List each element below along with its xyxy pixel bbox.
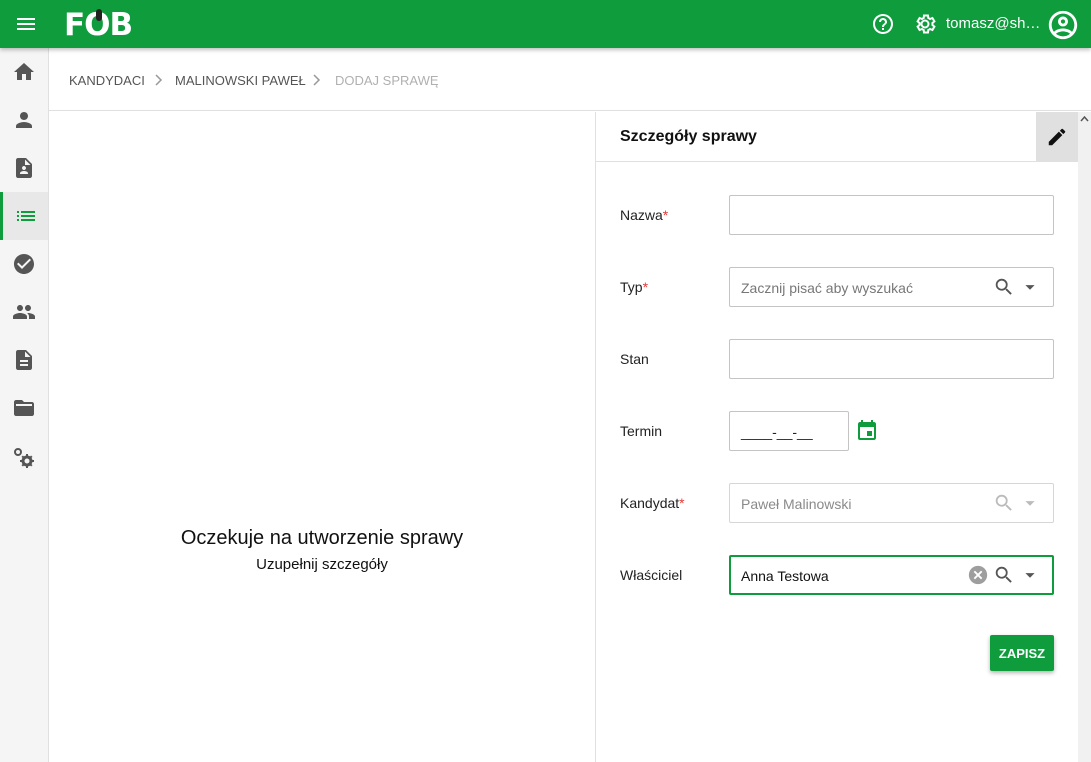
contact-document-icon xyxy=(16,158,32,178)
description-icon xyxy=(16,350,32,370)
deadline-label: Termin xyxy=(620,423,663,439)
people-icon xyxy=(13,305,35,319)
home-icon xyxy=(14,63,34,80)
name-label: Nazwa* xyxy=(620,207,669,223)
type-search-input[interactable]: Zacznij pisać aby wyszukać xyxy=(729,267,1054,307)
date-mask: ____-__-__ xyxy=(741,424,813,440)
check-circle-icon xyxy=(14,254,34,274)
breadcrumb: KANDYDACI MALINOWSKI PAWEŁ DODAJ SPRAWĘ xyxy=(49,48,1091,111)
settings-applications-icon xyxy=(14,448,34,468)
dropdown-arrow-icon[interactable] xyxy=(1019,276,1041,298)
save-button[interactable]: ZAPISZ xyxy=(990,635,1054,671)
sidebar-item-cases[interactable] xyxy=(0,192,48,240)
type-label: Typ* xyxy=(620,279,649,295)
help-icon[interactable] xyxy=(871,12,895,36)
pencil-icon xyxy=(1048,128,1066,146)
search-icon[interactable] xyxy=(993,276,1015,298)
candidate-input: Paweł Malinowski xyxy=(729,483,1054,523)
owner-label: Właściciel xyxy=(620,567,683,583)
search-icon[interactable] xyxy=(993,564,1015,586)
folder-open-icon xyxy=(14,400,34,416)
fob-logo[interactable]: FOB xyxy=(64,9,144,41)
calendar-icon[interactable] xyxy=(855,419,879,443)
clear-icon[interactable] xyxy=(967,564,989,586)
sidebar-item-admin-settings[interactable] xyxy=(0,434,48,482)
breadcrumb-add-case: DODAJ SPRAWĘ xyxy=(335,73,439,88)
breadcrumb-candidate-name[interactable]: MALINOWSKI PAWEŁ xyxy=(175,73,306,88)
sidebar-item-reports[interactable] xyxy=(0,336,48,384)
sidebar-item-files[interactable] xyxy=(0,384,48,432)
sidebar-item-candidates[interactable] xyxy=(0,96,48,144)
sidebar-item-people[interactable] xyxy=(0,288,48,336)
waiting-subtitle: Uzupełnij szczegóły xyxy=(256,556,388,573)
account-avatar-icon[interactable] xyxy=(1046,8,1080,42)
edit-button[interactable] xyxy=(1036,112,1078,162)
list-icon xyxy=(16,211,35,221)
person-icon xyxy=(16,112,32,128)
chevron-right-icon xyxy=(313,74,321,86)
dropdown-arrow-icon[interactable] xyxy=(1019,564,1041,586)
deadline-date-input[interactable]: ____-__-__ xyxy=(729,411,849,451)
type-placeholder: Zacznij pisać aby wyszukać xyxy=(741,280,913,296)
panel-header: Szczegóły sprawy xyxy=(596,112,1078,162)
status-input[interactable] xyxy=(729,339,1054,379)
hamburger-menu-icon[interactable] xyxy=(14,12,38,36)
sidebar-item-documents[interactable] xyxy=(0,144,48,192)
sidebar-nav xyxy=(0,48,49,762)
top-app-bar: FOB tomasz@sharpcode.pl xyxy=(0,0,1091,48)
sidebar-item-tasks[interactable] xyxy=(0,240,48,288)
owner-input[interactable]: Anna Testowa xyxy=(729,555,1054,595)
name-input[interactable] xyxy=(729,195,1054,235)
dropdown-arrow-icon xyxy=(1025,501,1035,506)
candidate-value: Paweł Malinowski xyxy=(741,496,852,512)
case-preview-pane: Oczekuje na utworzenie sprawy Uzupełnij … xyxy=(49,112,596,762)
waiting-title: Oczekuje na utworzenie sprawy xyxy=(180,527,464,549)
breadcrumb-candidates[interactable]: KANDYDACI xyxy=(69,73,145,88)
search-icon xyxy=(995,494,1012,511)
chevron-right-icon xyxy=(155,74,163,86)
panel-title: Szczegóły sprawy xyxy=(620,128,757,145)
scrollbar[interactable] xyxy=(1078,112,1091,762)
scroll-up-arrow-icon[interactable] xyxy=(1078,112,1091,126)
owner-value: Anna Testowa xyxy=(741,568,829,584)
settings-gear-icon[interactable] xyxy=(913,12,937,36)
status-label: Stan xyxy=(620,351,649,367)
sidebar-item-home[interactable] xyxy=(0,48,48,96)
user-email[interactable]: tomasz@sharpcode.pl xyxy=(946,15,1042,33)
candidate-label: Kandydat* xyxy=(620,495,685,511)
